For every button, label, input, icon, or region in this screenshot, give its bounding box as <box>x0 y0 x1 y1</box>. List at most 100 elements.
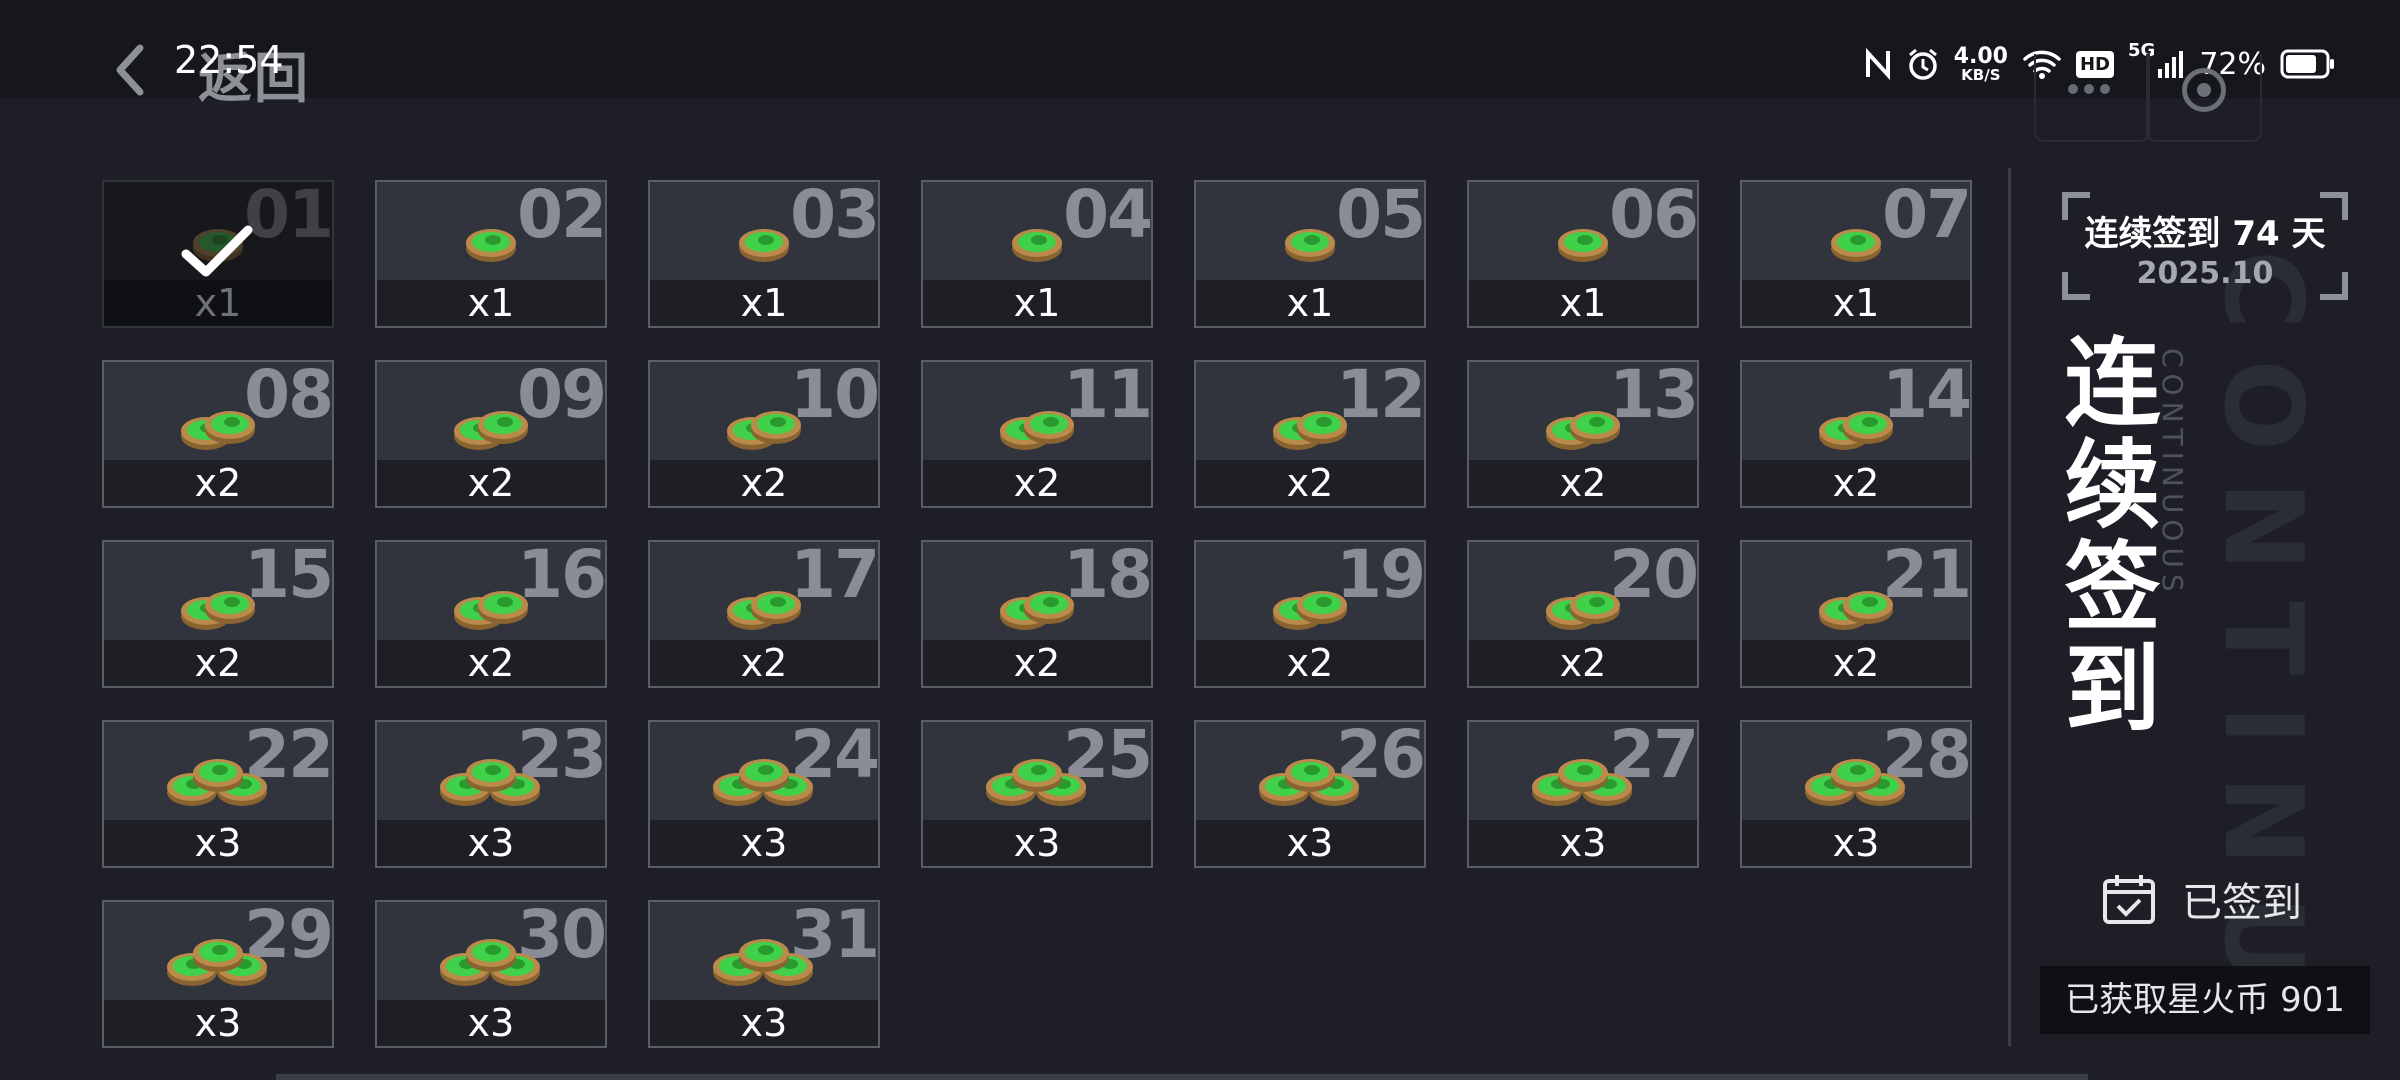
reward-quantity: x2 <box>104 640 332 686</box>
reward-quantity: x3 <box>104 820 332 866</box>
reward-quantity: x3 <box>377 1000 605 1046</box>
spark-coin-icon <box>985 752 1089 810</box>
spark-coin-icon <box>997 580 1077 638</box>
reward-quantity: x3 <box>923 820 1151 866</box>
net-speed-value: 4.00 <box>1953 43 2008 69</box>
day-number: 02 <box>517 180 605 253</box>
day-cell[interactable]: 27 x3 <box>1467 720 1699 868</box>
close-target-button[interactable] <box>2146 54 2262 142</box>
streak-month: 2025.10 <box>2136 256 2274 291</box>
more-button[interactable] <box>2034 54 2150 142</box>
spark-coin-icon <box>997 400 1077 458</box>
spark-coin-icon <box>1009 216 1065 274</box>
day-cell[interactable]: 14 x2 <box>1740 360 1972 508</box>
signed-label: 已签到 <box>2182 880 2302 926</box>
spark-coin-icon <box>1270 580 1350 638</box>
spark-coin-icon <box>451 580 531 638</box>
day-number: 04 <box>1063 180 1151 253</box>
day-cell[interactable]: 30 x3 <box>375 900 607 1048</box>
day-cell[interactable]: 02 x1 <box>375 180 607 328</box>
day-cell[interactable]: 20 x2 <box>1467 540 1699 688</box>
spark-coin-icon <box>724 400 804 458</box>
day-number: 03 <box>790 180 878 253</box>
day-cell[interactable]: 17 x2 <box>648 540 880 688</box>
spark-coin-icon <box>451 400 531 458</box>
day-cell[interactable]: 31 x3 <box>648 900 880 1048</box>
reward-quantity: x3 <box>1196 820 1424 866</box>
reward-quantity: x2 <box>1742 460 1970 506</box>
day-cell[interactable]: 21 x2 <box>1740 540 1972 688</box>
day-cell[interactable]: 28 x3 <box>1740 720 1972 868</box>
day-cell[interactable]: 22 x3 <box>102 720 334 868</box>
spark-coin-icon <box>1816 580 1896 638</box>
reward-quantity: x2 <box>650 640 878 686</box>
day-number: 05 <box>1336 180 1424 253</box>
day-cell[interactable]: 11 x2 <box>921 360 1153 508</box>
reward-quantity: x1 <box>1742 280 1970 326</box>
day-cell[interactable]: 01 x1 <box>102 180 334 328</box>
reward-quantity: x1 <box>1469 280 1697 326</box>
signed-status: 已签到 <box>2102 870 2302 928</box>
spark-coin-icon <box>736 216 792 274</box>
day-cell[interactable]: 15 x2 <box>102 540 334 688</box>
spark-coin-icon <box>1282 216 1338 274</box>
day-cell[interactable]: 10 x2 <box>648 360 880 508</box>
day-cell[interactable]: 23 x3 <box>375 720 607 868</box>
spark-coin-icon <box>1531 752 1635 810</box>
nfc-icon <box>1865 47 1890 81</box>
net-speed: 4.00 KB/S <box>1953 43 2008 84</box>
chevron-left-icon[interactable] <box>112 44 146 96</box>
reward-quantity: x2 <box>1469 460 1697 506</box>
spark-coin-icon <box>1804 752 1908 810</box>
spark-coin-icon <box>1828 216 1884 274</box>
reward-quantity: x2 <box>923 460 1151 506</box>
day-cell[interactable]: 26 x3 <box>1194 720 1426 868</box>
spark-coin-icon <box>1258 752 1362 810</box>
reward-quantity: x3 <box>1742 820 1970 866</box>
reward-quantity: x2 <box>1196 640 1424 686</box>
day-cell[interactable]: 09 x2 <box>375 360 607 508</box>
spark-coin-icon <box>1543 400 1623 458</box>
reward-quantity: x1 <box>923 280 1151 326</box>
reward-quantity: x3 <box>377 820 605 866</box>
spark-coin-icon <box>1270 400 1350 458</box>
continuous-subtitle: CONTINUOUS <box>2156 348 2189 598</box>
alarm-icon <box>1908 48 1937 80</box>
day-cell[interactable]: 24 x3 <box>648 720 880 868</box>
spark-coin-icon <box>712 752 816 810</box>
reward-quantity: x3 <box>650 1000 878 1046</box>
spark-coin-icon <box>724 580 804 638</box>
net-speed-unit: KB/S <box>1961 65 2001 84</box>
day-cell[interactable]: 03 x1 <box>648 180 880 328</box>
day-cell[interactable]: 19 x2 <box>1194 540 1426 688</box>
day-cell[interactable]: 13 x2 <box>1467 360 1699 508</box>
reward-quantity: x3 <box>104 1000 332 1046</box>
spark-coin-icon <box>178 580 258 638</box>
reward-quantity: x3 <box>1469 820 1697 866</box>
day-cell[interactable]: 29 x3 <box>102 900 334 1048</box>
day-cell[interactable]: 18 x2 <box>921 540 1153 688</box>
day-number: 07 <box>1882 180 1970 253</box>
reward-quantity: x1 <box>104 280 332 326</box>
reward-quantity: x2 <box>1742 640 1970 686</box>
day-cell[interactable]: 25 x3 <box>921 720 1153 868</box>
battery-icon <box>2280 49 2334 79</box>
day-cell[interactable]: 07 x1 <box>1740 180 1972 328</box>
day-cell[interactable]: 08 x2 <box>102 360 334 508</box>
spark-coin-icon <box>166 932 270 990</box>
reward-quantity: x2 <box>377 460 605 506</box>
spark-coin-icon <box>178 400 258 458</box>
streak-days-text: 连续签到 74 天 <box>2084 214 2326 254</box>
spark-coin-icon <box>1543 580 1623 638</box>
day-cell[interactable]: 16 x2 <box>375 540 607 688</box>
reward-quantity: x1 <box>1196 280 1424 326</box>
day-cell[interactable]: 12 x2 <box>1194 360 1426 508</box>
spark-coin-icon <box>712 932 816 990</box>
reward-quantity: x2 <box>650 460 878 506</box>
check-icon <box>181 225 253 277</box>
spark-coin-icon <box>439 752 543 810</box>
day-cell[interactable]: 04 x1 <box>921 180 1153 328</box>
panel-divider <box>2008 168 2011 1046</box>
day-cell[interactable]: 05 x1 <box>1194 180 1426 328</box>
day-cell[interactable]: 06 x1 <box>1467 180 1699 328</box>
